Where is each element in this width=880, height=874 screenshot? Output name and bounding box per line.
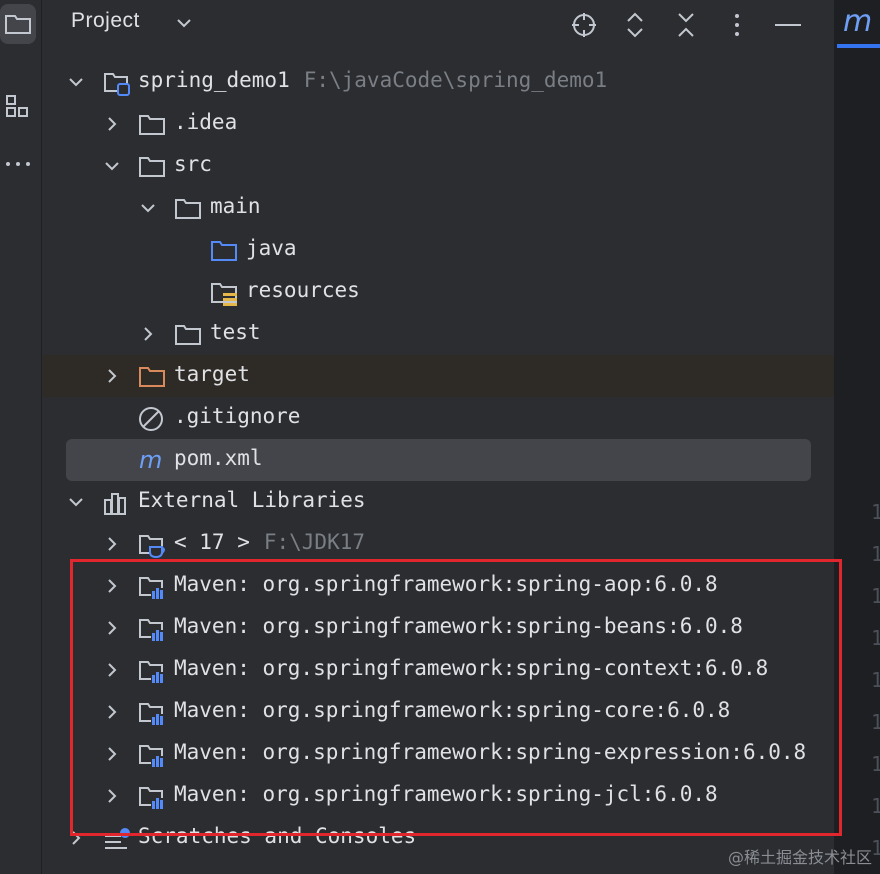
ellipsis-icon	[6, 162, 30, 166]
chevron-right-icon[interactable]	[138, 324, 158, 344]
project-tool-button[interactable]	[0, 4, 36, 44]
active-tab-indicator	[837, 44, 880, 48]
structure-icon	[6, 95, 28, 117]
structure-tool-button[interactable]	[0, 86, 36, 126]
chevron-right-icon[interactable]	[102, 534, 122, 554]
tree-label: java	[246, 236, 297, 260]
tree-path: F:\JDK17	[263, 530, 366, 554]
chevron-right-icon[interactable]	[102, 366, 122, 386]
folder-icon	[5, 15, 31, 34]
resources-folder-icon	[211, 283, 237, 306]
tree-label: target	[174, 362, 250, 386]
locate-button[interactable]	[567, 8, 601, 42]
tree-path: F:\javaCode\spring_demo1	[303, 68, 608, 92]
ignored-file-icon	[139, 407, 163, 431]
line-number: 1	[871, 668, 880, 692]
tree-node-external-libraries[interactable]: External Libraries	[43, 481, 834, 523]
hide-panel-button[interactable]	[771, 8, 805, 42]
excluded-folder-icon	[139, 367, 165, 387]
tree-node-idea[interactable]: .idea	[43, 103, 834, 145]
chevron-down-icon[interactable]	[66, 72, 86, 92]
watermark: @稀土掘金技术社区	[727, 848, 872, 867]
folder-icon	[139, 157, 165, 177]
collapse-icon	[678, 13, 694, 37]
tree-node-root[interactable]: spring_demo1 F:\javaCode\spring_demo1	[43, 61, 834, 103]
chevron-right-icon[interactable]	[102, 114, 122, 134]
chevron-down-icon[interactable]	[138, 198, 158, 218]
tree-label: < 17 >	[174, 530, 250, 554]
chevron-down-icon[interactable]	[66, 492, 86, 512]
crosshair-icon	[572, 13, 596, 37]
line-number: 1	[871, 626, 880, 650]
svg-text:m: m	[139, 448, 162, 474]
source-folder-icon	[211, 241, 237, 261]
line-number: 1	[871, 542, 880, 566]
folder-icon	[175, 199, 201, 219]
maven-icon: m	[843, 4, 873, 39]
line-number: 1	[871, 836, 880, 860]
panel-header: Project	[43, 0, 834, 48]
line-number: 1	[871, 710, 880, 734]
collapse-all-button[interactable]	[669, 8, 703, 42]
expand-all-button[interactable]	[618, 8, 652, 42]
jdk-icon	[139, 535, 165, 558]
annotation-highlight-box	[70, 559, 842, 836]
ide-window: Project spring_demo1 F:\javaCode\spring_…	[0, 0, 880, 874]
tree-node-src[interactable]: src	[43, 145, 834, 187]
folder-icon	[175, 325, 201, 345]
editor-tab-pom[interactable]: m	[835, 0, 880, 50]
tree-node-java[interactable]: java	[43, 229, 834, 271]
chevron-down-icon[interactable]	[102, 156, 122, 176]
options-button[interactable]	[720, 8, 754, 42]
line-number: 1	[871, 752, 880, 776]
tree-label: src	[174, 152, 212, 176]
tree-label: External Libraries	[138, 488, 366, 512]
panel-title[interactable]: Project	[71, 9, 140, 33]
tree-node-gitignore[interactable]: .gitignore	[43, 397, 834, 439]
tree-label: .idea	[174, 110, 238, 134]
more-tools-button[interactable]	[0, 144, 36, 184]
tree-label: resources	[246, 278, 360, 302]
folder-icon	[139, 115, 165, 135]
libraries-icon	[104, 493, 126, 515]
tree-node-pom[interactable]: m pom.xml	[43, 439, 834, 481]
tree-label: test	[210, 320, 261, 344]
tree-node-main[interactable]: main	[43, 187, 834, 229]
module-folder-icon	[104, 73, 130, 96]
tree-label: main	[210, 194, 261, 218]
chevron-down-icon[interactable]	[175, 14, 193, 32]
tree-node-target[interactable]: target	[43, 355, 834, 397]
maven-icon: m	[139, 448, 162, 474]
tree-label: .gitignore	[174, 404, 301, 428]
line-number: 1	[871, 584, 880, 608]
tree-label: spring_demo1	[138, 68, 290, 92]
tree-node-resources[interactable]: resources	[43, 271, 834, 313]
tool-window-strip	[0, 0, 42, 874]
line-number: 1	[871, 500, 880, 524]
line-number: 1	[871, 794, 880, 818]
tree-label: pom.xml	[174, 446, 263, 470]
tree-node-test[interactable]: test	[43, 313, 834, 355]
vertical-ellipsis-icon	[735, 14, 739, 36]
minimize-icon	[775, 24, 801, 26]
expand-collapse-icon	[627, 12, 643, 38]
